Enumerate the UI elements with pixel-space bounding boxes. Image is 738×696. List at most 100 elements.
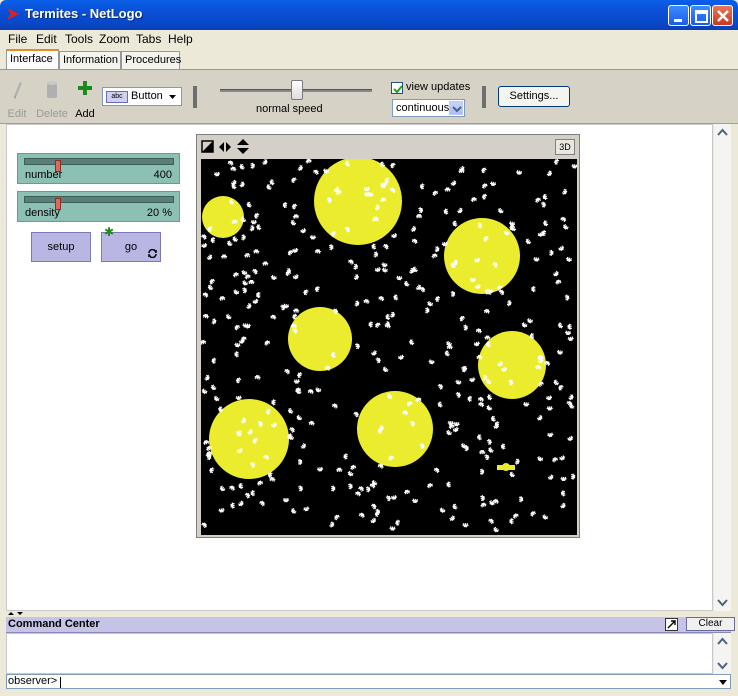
setup-button[interactable]: setup xyxy=(31,232,91,262)
termite xyxy=(558,384,564,391)
scroll-up-icon[interactable] xyxy=(715,125,730,140)
delete-button[interactable]: Delete xyxy=(35,78,69,124)
termite xyxy=(570,473,576,480)
command-output-scrollbar[interactable] xyxy=(714,633,731,674)
density-slider[interactable]: density 20 % xyxy=(17,191,180,222)
go-button[interactable]: ✱ go xyxy=(101,226,161,262)
termite xyxy=(207,284,214,291)
termite xyxy=(427,300,434,307)
termite xyxy=(254,374,261,380)
termite xyxy=(506,300,512,307)
termite xyxy=(462,523,469,528)
termite xyxy=(488,447,494,453)
termite xyxy=(469,377,476,383)
agent-prompt[interactable]: observer> xyxy=(8,675,57,687)
expand-icon[interactable] xyxy=(665,618,678,631)
3d-view-button[interactable]: 3D xyxy=(555,139,575,155)
termite xyxy=(269,179,275,186)
termite xyxy=(373,251,379,258)
termite xyxy=(305,158,312,164)
title-bar: Termites - NetLogo xyxy=(0,0,738,30)
termite xyxy=(473,341,480,347)
termite xyxy=(559,455,566,461)
move-horizontal-icon[interactable] xyxy=(218,140,232,154)
speed-slider-thumb[interactable] xyxy=(291,80,303,100)
termite xyxy=(290,507,297,514)
termite xyxy=(293,379,300,384)
update-mode-dropdown-arrow[interactable] xyxy=(449,101,463,115)
wood-chip-pile xyxy=(357,391,433,467)
settings-button[interactable]: Settings... xyxy=(498,86,570,107)
view-updates-checkbox[interactable] xyxy=(391,82,403,94)
scroll-down-icon[interactable] xyxy=(715,595,730,610)
menu-tools[interactable]: Tools xyxy=(65,32,93,46)
termite xyxy=(235,395,242,401)
termite xyxy=(213,171,221,177)
termite xyxy=(241,234,246,241)
termite xyxy=(444,350,450,357)
menu-tabs[interactable]: Tabs xyxy=(136,32,161,46)
termite xyxy=(490,181,497,187)
termite xyxy=(381,262,388,268)
scroll-up-icon[interactable] xyxy=(715,634,730,649)
termite xyxy=(488,518,494,525)
termite xyxy=(292,274,299,280)
delete-label: Delete xyxy=(36,108,68,120)
termite xyxy=(481,193,488,200)
termite xyxy=(439,507,446,514)
termite xyxy=(571,163,578,169)
termite xyxy=(355,490,362,497)
number-slider-value: 400 xyxy=(153,169,172,181)
close-button[interactable] xyxy=(712,5,733,26)
edit-button[interactable]: Edit xyxy=(5,78,29,124)
termite xyxy=(227,160,234,166)
termite xyxy=(486,405,493,411)
add-button[interactable]: Add xyxy=(73,78,97,124)
termite xyxy=(211,357,217,364)
termite xyxy=(390,311,396,318)
clear-button[interactable]: Clear xyxy=(686,617,735,631)
termite xyxy=(560,490,566,497)
menu-edit[interactable]: Edit xyxy=(36,32,57,46)
tab-information[interactable]: Information xyxy=(59,51,121,69)
density-slider-track[interactable] xyxy=(24,196,174,210)
termite xyxy=(308,420,315,426)
termite xyxy=(408,339,415,346)
chevron-down-icon xyxy=(452,106,462,113)
widget-type-value: Button xyxy=(131,90,163,102)
termite xyxy=(477,396,485,402)
command-input[interactable]: observer> xyxy=(6,674,731,689)
scroll-down-icon[interactable] xyxy=(715,658,730,673)
tab-interface[interactable]: Interface xyxy=(6,49,59,70)
menu-help[interactable]: Help xyxy=(168,32,193,46)
widget-type-select[interactable]: abc Button xyxy=(102,87,182,106)
termite xyxy=(284,368,290,375)
update-mode-select[interactable]: continuous xyxy=(392,99,465,117)
maximize-button[interactable] xyxy=(690,5,711,26)
minimize-icon xyxy=(674,19,682,22)
tab-procedures[interactable]: Procedures xyxy=(121,51,181,69)
termite xyxy=(336,467,343,472)
menu-zoom[interactable]: Zoom xyxy=(99,32,130,46)
update-mode-value: continuous xyxy=(396,102,450,114)
termite xyxy=(542,193,548,201)
termite xyxy=(249,225,255,232)
number-slider[interactable]: number 400 xyxy=(17,153,180,184)
termite xyxy=(226,240,233,247)
termite xyxy=(315,387,322,393)
zoom-view-icon[interactable] xyxy=(201,140,215,154)
menu-file[interactable]: File xyxy=(8,32,27,46)
termite xyxy=(298,485,304,492)
termite xyxy=(536,414,543,421)
number-slider-track[interactable] xyxy=(24,158,174,172)
wood-chip xyxy=(497,465,515,470)
termite xyxy=(398,354,405,360)
termite xyxy=(363,298,370,304)
termite xyxy=(556,349,563,355)
termite xyxy=(271,399,276,406)
termite xyxy=(371,503,377,510)
minimize-button[interactable] xyxy=(668,5,689,26)
interface-scrollbar[interactable] xyxy=(714,124,731,611)
chevron-down-icon[interactable] xyxy=(718,677,728,687)
move-vertical-icon[interactable] xyxy=(236,139,250,154)
